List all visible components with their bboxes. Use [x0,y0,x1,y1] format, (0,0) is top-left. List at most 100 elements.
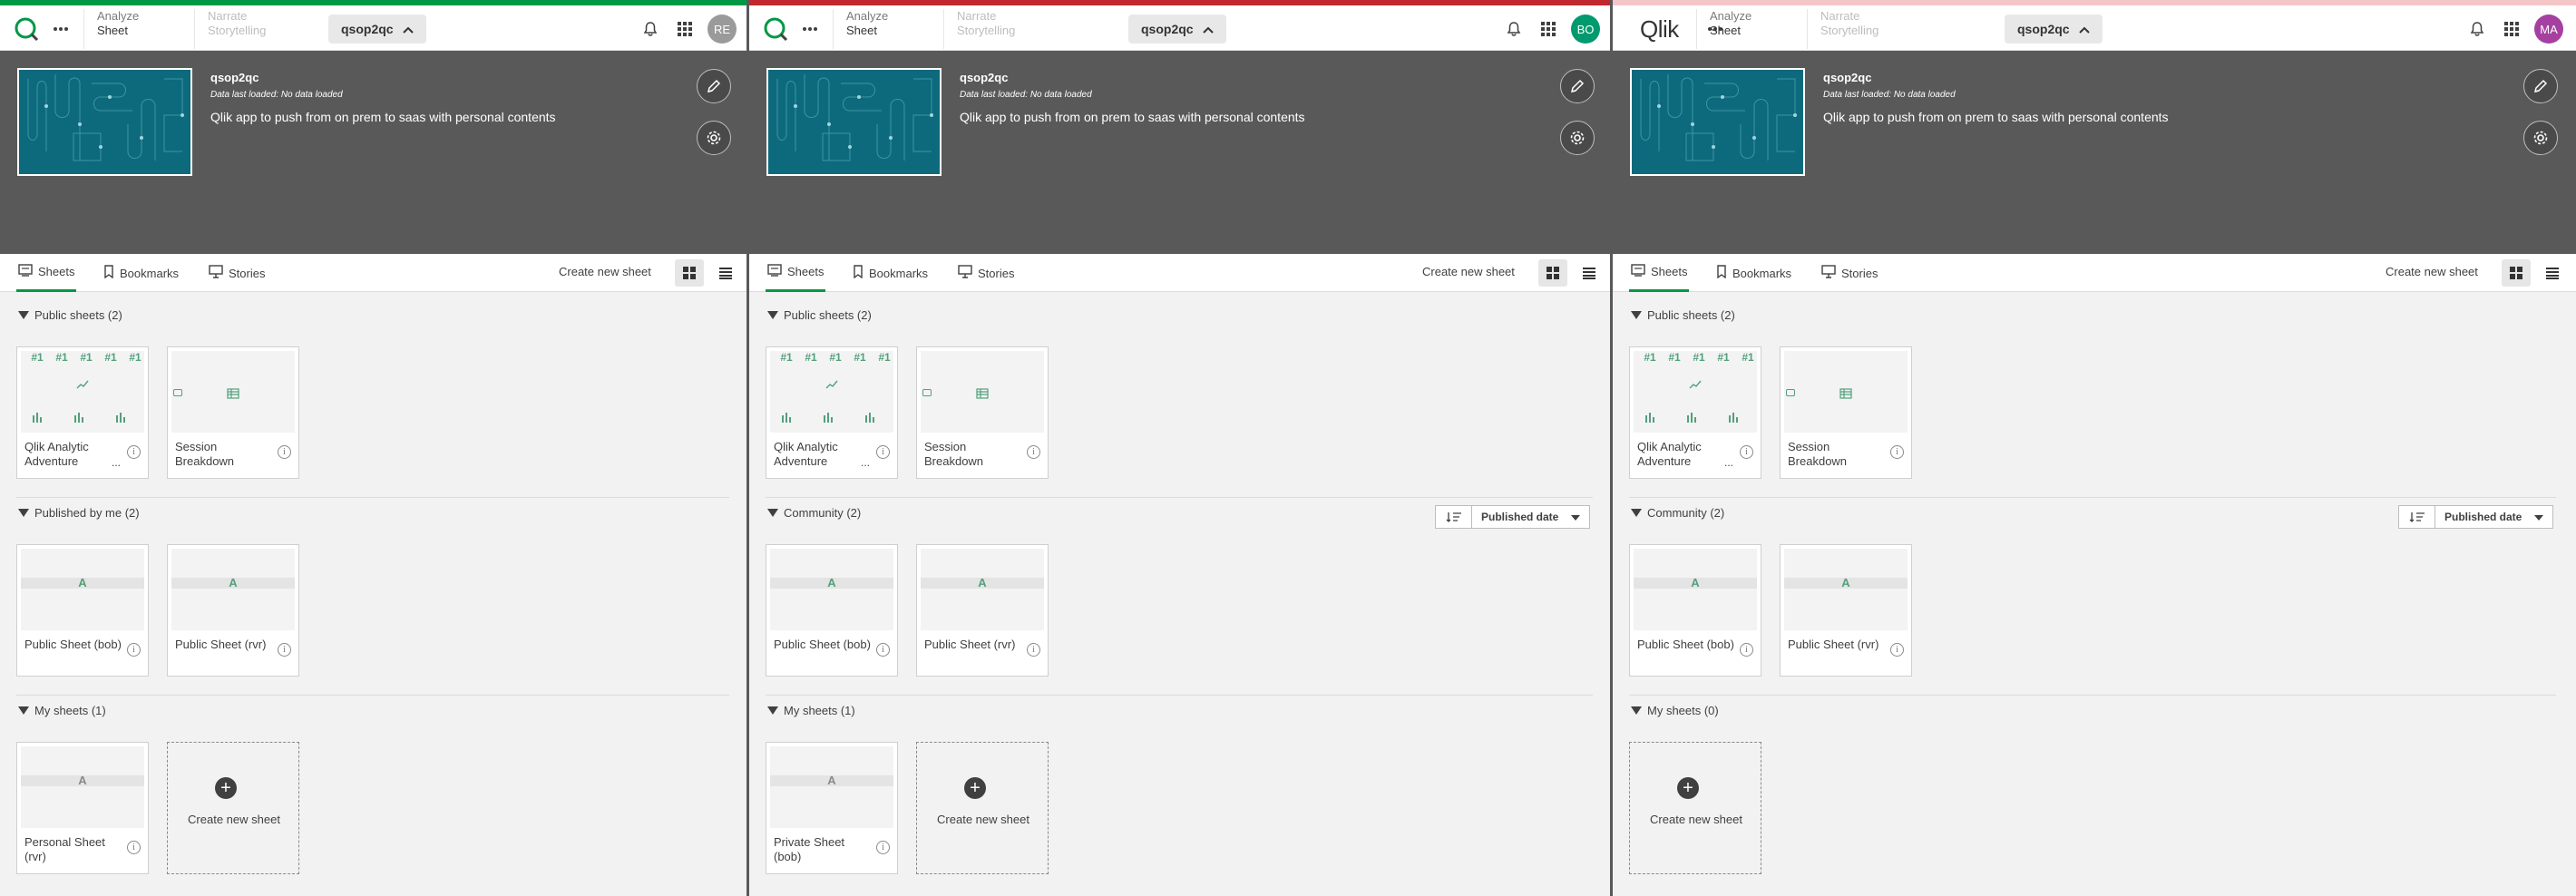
sheet-thumbnail: A [921,549,1044,630]
nav-analyze[interactable]: Analyze Sheet [83,9,151,49]
sort-order-icon[interactable] [1436,506,1472,528]
app-name-button[interactable]: qsop2qc [328,15,426,44]
info-icon[interactable]: i [278,445,291,459]
tab-sheets[interactable]: Sheets [1629,254,1690,292]
sheet-card[interactable]: #1 #1 #1 #1 #1 Qlik Analytic Adventure... i [766,346,898,479]
app-name-button[interactable]: qsop2qc [1128,15,1226,44]
sheet-card[interactable]: Session Breakdown i [1780,346,1912,479]
info-icon[interactable]: i [876,841,890,854]
section-header[interactable]: My sheets (1) [767,704,855,717]
apps-grid-icon[interactable] [669,14,700,44]
sheet-card[interactable]: A Private Sheet (bob) i [766,742,898,874]
user-avatar[interactable]: BO [1571,15,1600,44]
edit-app-button[interactable] [2523,69,2558,103]
list-view-icon[interactable] [1575,259,1604,287]
sheet-card[interactable]: #1 #1 #1 #1 #1 Qlik Analytic Adventure... i [16,346,149,479]
app-settings-button[interactable] [2523,121,2558,155]
info-icon[interactable]: i [1740,445,1753,459]
app-overview-panel: Analyze Sheet Narrate Storytelling qsop2qc BO… [749,0,1613,896]
info-icon[interactable]: i [127,643,141,657]
info-icon[interactable]: i [1027,445,1040,459]
section-header[interactable]: My sheets (0) [1631,704,1719,717]
bar-chart-icon [1728,411,1741,427]
user-avatar[interactable]: RE [707,15,737,44]
create-new-sheet-link[interactable]: Create new sheet [559,265,651,278]
app-header: qsop2qc Data last loaded: No data loaded Q… [1613,51,2576,254]
sheet-card[interactable]: #1 #1 #1 #1 #1 Qlik Analytic Adventure... i [1629,346,1761,479]
section-title: Community (2) [784,506,862,520]
info-icon[interactable]: i [1027,643,1040,657]
more-options-icon[interactable] [45,14,76,44]
create-new-sheet-card[interactable]: + Create new sheet [916,742,1049,874]
info-icon[interactable]: i [876,445,890,459]
edit-app-button[interactable] [1560,69,1595,103]
qlik-q-icon[interactable] [11,14,42,44]
list-view-icon[interactable] [2538,259,2567,287]
title-ellipsis: ... [861,456,871,469]
tab-label: Stories [1841,266,1878,280]
qlik-q-icon[interactable] [760,14,791,44]
create-new-sheet-link[interactable]: Create new sheet [2386,265,2478,278]
section-header[interactable]: Community (2) [767,506,861,520]
user-avatar[interactable]: MA [2534,15,2563,44]
create-new-sheet-link[interactable]: Create new sheet [1422,265,1515,278]
sheet-card[interactable]: Session Breakdown i [167,346,299,479]
tab-bookmarks[interactable]: Bookmarks [1714,254,1793,292]
apps-grid-icon[interactable] [1533,14,1564,44]
section-header[interactable]: Published by me (2) [18,506,140,520]
info-icon[interactable]: i [1740,643,1753,657]
more-options-icon[interactable] [795,14,825,44]
info-icon[interactable]: i [1890,643,1904,657]
list-view-icon[interactable] [711,259,740,287]
app-settings-button[interactable] [697,121,731,155]
sort-order-icon[interactable] [2399,506,2435,528]
create-new-sheet-card[interactable]: + Create new sheet [1629,742,1761,874]
apps-grid-icon[interactable] [2496,14,2527,44]
sheet-card[interactable]: A Public Sheet (bob) i [766,544,898,677]
tab-sheets[interactable]: Sheets [766,254,826,292]
tab-stories[interactable]: Stories [1820,254,1879,292]
section-header[interactable]: Public sheets (2) [1631,308,1735,322]
sheet-card[interactable]: A Public Sheet (rvr) i [916,544,1049,677]
info-icon[interactable]: i [127,841,141,854]
grid-view-icon[interactable] [675,259,704,287]
sort-field[interactable]: Published date [1472,511,1589,523]
nav-analyze-small: Analyze [97,9,140,23]
qlik-logo[interactable]: Qlik [1640,15,1679,44]
edit-app-button[interactable] [697,69,731,103]
nav-analyze[interactable]: Analyze Sheet [833,9,901,49]
app-settings-button[interactable] [1560,121,1595,155]
tab-bookmarks[interactable]: Bookmarks [851,254,930,292]
create-new-sheet-card[interactable]: + Create new sheet [167,742,299,874]
sheet-card[interactable]: A Personal Sheet (rvr) i [16,742,149,874]
sheet-card[interactable]: A Public Sheet (rvr) i [167,544,299,677]
tab-bookmarks[interactable]: Bookmarks [102,254,181,292]
tab-stories[interactable]: Stories [207,254,267,292]
info-icon[interactable]: i [278,643,291,657]
grid-view-icon[interactable] [2502,259,2531,287]
sheet-card[interactable]: Session Breakdown i [916,346,1049,479]
sheet-card[interactable]: A Public Sheet (bob) i [1629,544,1761,677]
tab-stories[interactable]: Stories [956,254,1016,292]
notifications-icon[interactable] [2462,14,2493,44]
tab-sheets[interactable]: Sheets [16,254,77,292]
section-header[interactable]: My sheets (1) [18,704,106,717]
app-name-button[interactable]: qsop2qc [2005,15,2103,44]
info-icon[interactable]: i [876,643,890,657]
sheet-card[interactable]: A Public Sheet (rvr) i [1780,544,1912,677]
info-icon[interactable]: i [127,445,141,459]
sort-field[interactable]: Published date [2435,511,2552,523]
sort-dropdown[interactable]: Published date [1435,505,1591,529]
bookmark-icon [103,265,114,281]
notifications-icon[interactable] [635,14,666,44]
sheet-thumbnail: #1 #1 #1 #1 #1 [770,351,893,433]
section-header[interactable]: Community (2) [1631,506,1724,520]
sort-dropdown[interactable]: Published date [2398,505,2554,529]
section-header[interactable]: Public sheets (2) [18,308,122,322]
notifications-icon[interactable] [1498,14,1529,44]
section-header[interactable]: Public sheets (2) [767,308,872,322]
nav-analyze[interactable]: Analyze Sheet [1696,9,1764,49]
grid-view-icon[interactable] [1538,259,1567,287]
info-icon[interactable]: i [1890,445,1904,459]
sheet-card[interactable]: A Public Sheet (bob) i [16,544,149,677]
